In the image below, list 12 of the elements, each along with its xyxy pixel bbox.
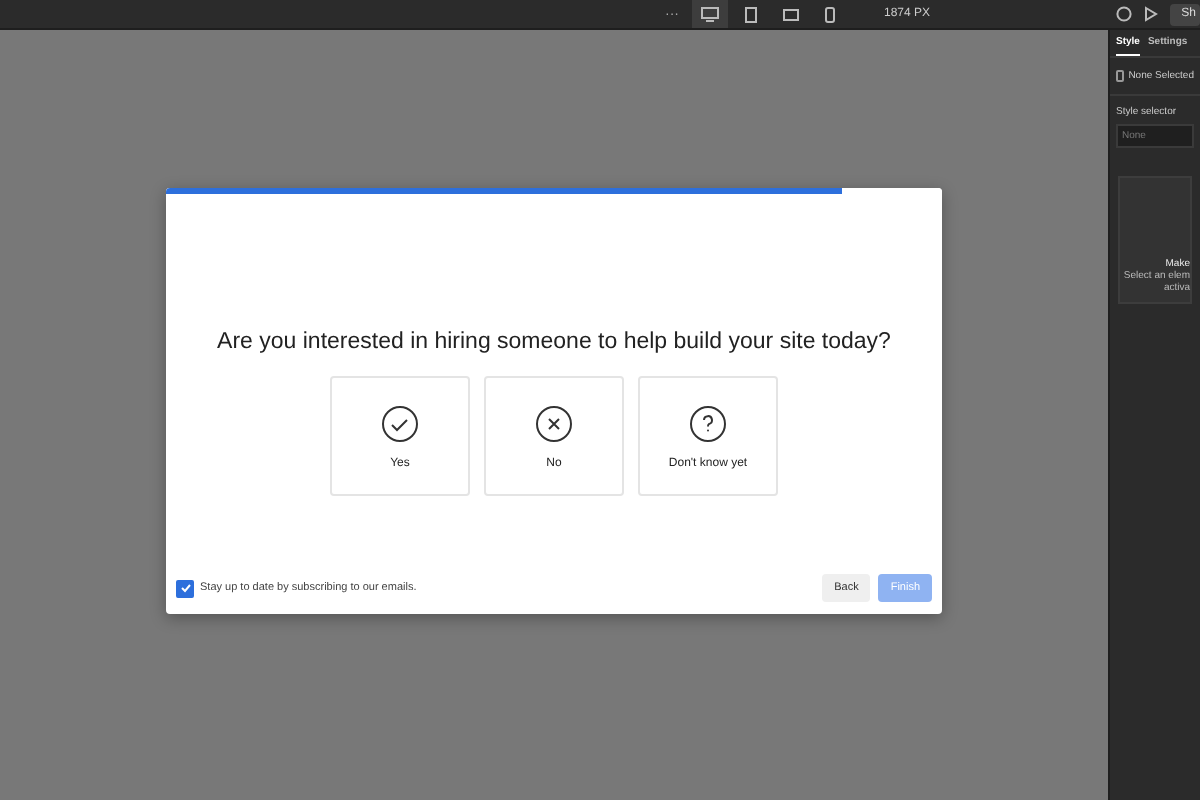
landscape-tablet-icon [781,7,799,21]
check-circle-icon [380,403,420,443]
survey-question: Are you interested in hiring someone to help build your site today? [217,330,891,354]
cross-circle-icon [534,403,574,443]
question-circle-icon [688,403,728,443]
desktop-icon [700,6,720,22]
subscribe-checkbox[interactable] [176,579,194,597]
checkbox[interactable] [1116,70,1125,82]
device-button[interactable] [692,0,728,28]
tablet-icon [743,5,757,23]
phone-icon [824,5,836,23]
play-icon[interactable] [1143,6,1158,22]
